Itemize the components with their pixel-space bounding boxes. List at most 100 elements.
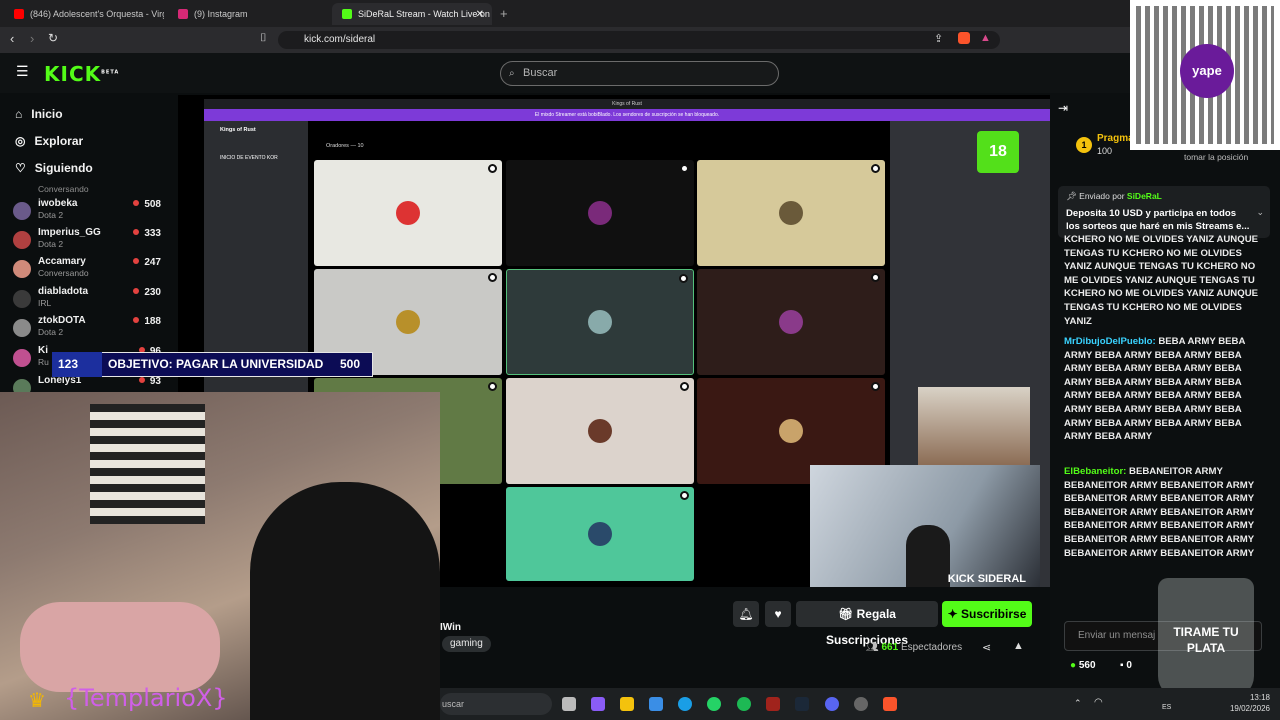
channel-category: Dota 2	[38, 210, 64, 220]
top-gifter-note: tomar la posición	[1184, 152, 1249, 162]
pinned-message[interactable]: 📌︎ Enviado por SiDeRaL Deposita 10 USD y…	[1058, 186, 1270, 238]
streamer-webcam: KICK SIDERAL	[810, 465, 1040, 587]
notification-bell-button[interactable]: 🔔︎	[733, 601, 759, 627]
close-tab-icon[interactable]: ✕	[476, 9, 484, 20]
whatsapp-icon[interactable]	[707, 697, 721, 711]
voice-tile	[506, 269, 694, 375]
steam-icon[interactable]	[795, 697, 809, 711]
spotify-icon[interactable]	[737, 697, 751, 711]
pinned-text: Deposita 10 USD y participa en todos los…	[1066, 208, 1250, 232]
chat-username[interactable]: ElBebaneitor:	[1064, 466, 1126, 477]
tab-instagram[interactable]: (9) Instagram	[168, 3, 328, 25]
viewer-count-display: 👥︎ 661 Espectadores	[866, 642, 962, 653]
nav-siguiendo[interactable]: ♡ Siguiendo	[15, 161, 93, 175]
subscribe-button[interactable]: ✦ Suscribirse	[942, 601, 1032, 627]
obs-icon[interactable]	[854, 697, 868, 711]
participant-avatar	[779, 419, 803, 443]
edge-icon[interactable]	[678, 697, 692, 711]
channel-name: ztokDOTA	[38, 315, 86, 326]
nav-inicio[interactable]: ⌂ Inicio	[15, 107, 63, 121]
reload-icon[interactable]: ↻	[48, 31, 58, 45]
taskbar-clock[interactable]: 13:18 19/02/2026	[1228, 692, 1270, 714]
subscribe-label: Suscribirse	[961, 607, 1027, 621]
discord-icon[interactable]	[825, 697, 839, 711]
forward-icon[interactable]: ›	[30, 31, 34, 46]
logo-text: KICK	[44, 62, 102, 86]
star-icon: ✦	[947, 607, 961, 621]
sidebar-channel-imperius[interactable]: Imperius_GG Dota 2 333	[13, 227, 163, 253]
goal-text: OBJETIVO: PAGAR LA UNIVERSIDAD	[108, 357, 324, 371]
speaker-indicator-icon	[679, 274, 688, 283]
clock-time: 13:18	[1249, 693, 1270, 702]
tab-kick-active[interactable]: SiDeRaL Stream - Watch Live on ✕	[332, 3, 492, 25]
sidebar-channel-iwobeka[interactable]: iwobeka Dota 2 508	[13, 198, 163, 224]
streamer-figure	[906, 525, 950, 587]
viewer-count: 333	[133, 228, 161, 239]
sidebar-channel-ztokdota[interactable]: ztokDOTA Dota 2 188	[13, 315, 163, 341]
tab-label: (846) Adolescent's Orquesta - Virgen	[30, 9, 164, 19]
pinned-by-label: Enviado por	[1079, 191, 1125, 201]
nav-explorar[interactable]: ◎ Explorar	[15, 134, 83, 148]
speaker-indicator-icon	[680, 164, 689, 173]
sidebar-channel-accamary[interactable]: Accamary Conversando 247	[13, 256, 163, 282]
bell-icon: 🔔︎	[738, 607, 754, 621]
kick-logo[interactable]: KICKBETA	[44, 62, 119, 86]
bookmark-icon[interactable]: ⌷	[260, 32, 267, 45]
channel-name: diabladota	[38, 286, 89, 297]
back-icon[interactable]: ‹	[10, 31, 14, 46]
share-icon[interactable]: ⋖	[982, 641, 991, 654]
discord-banner-text: El mixdo Streamer está bobiBlado. Los se…	[534, 112, 720, 118]
store-icon[interactable]	[649, 697, 663, 711]
brave-rewards-icon[interactable]: ▲	[980, 32, 991, 44]
share-icon[interactable]: ⇪	[934, 32, 943, 45]
avatar	[13, 202, 31, 220]
sidebar-channel-diabladota[interactable]: diabladota IRL 230	[13, 286, 163, 312]
channel-points[interactable]: ● 560	[1070, 660, 1096, 671]
chat-input-placeholder: Enviar un mensaj	[1078, 630, 1156, 641]
taskbar-search[interactable]: uscar	[440, 693, 552, 715]
youtube-icon	[14, 9, 24, 19]
discord-server-name: Kings of Rust	[220, 127, 256, 133]
pinned-header: 📌︎ Enviado por SiDeRaL	[1066, 191, 1162, 202]
chat-message-text: KCHERO NO ME OLVIDES YANIZ AUNQUE TENGAS…	[1064, 234, 1259, 327]
report-icon[interactable]: ▲	[1013, 640, 1024, 652]
tray-chevron-icon[interactable]: ⌃	[1074, 698, 1082, 709]
url-field[interactable]: kick.com/sideral	[278, 31, 1000, 49]
chat-username[interactable]: MrDibujoDelPueblo:	[1064, 336, 1156, 347]
participant-avatar	[588, 201, 612, 225]
participant-avatar	[396, 201, 420, 225]
follow-button[interactable]: ♥	[765, 601, 791, 627]
brave-icon[interactable]	[883, 697, 897, 711]
category-tag[interactable]: gaming	[442, 636, 491, 652]
chat-message: MrDibujoDelPueblo: BEBA ARMY BEBA ARMY B…	[1064, 335, 1264, 460]
voice-tile	[506, 378, 694, 484]
stream-title: IWin	[440, 622, 462, 633]
new-tab-icon[interactable]: +	[500, 6, 508, 21]
wifi-icon[interactable]: ◠	[1094, 697, 1103, 708]
file-explorer-icon[interactable]	[620, 697, 634, 711]
collapse-chat-icon[interactable]: ⇥	[1058, 101, 1068, 115]
home-icon: ⌂	[15, 107, 23, 121]
language-indicator[interactable]: ES	[1162, 704, 1171, 711]
speaker-indicator-icon	[680, 491, 689, 500]
chevron-down-icon[interactable]: ⌄	[1256, 207, 1264, 218]
secondary-count: ▪ 0	[1120, 660, 1132, 671]
copilot-icon[interactable]	[591, 697, 605, 711]
rank-badge: 1	[1076, 137, 1092, 153]
search-input[interactable]: ⌕ Buscar	[500, 61, 779, 86]
gift-subs-button[interactable]: 🎁︎ Regala Suscripciones	[796, 601, 938, 647]
window-blinds	[90, 404, 205, 524]
speaker-indicator-icon	[488, 164, 497, 173]
dota-icon[interactable]	[766, 697, 780, 711]
participant-avatar	[588, 310, 612, 334]
nav-label: Inicio	[31, 107, 63, 121]
chat-message-text: BEBANEITOR ARMY BEBANEITOR ARMY BEBANEIT…	[1064, 466, 1255, 559]
tab-youtube[interactable]: (846) Adolescent's Orquesta - Virgen	[4, 3, 164, 25]
heart-icon: ♥	[774, 607, 782, 621]
voice-tile	[697, 160, 885, 266]
task-view-icon[interactable]	[562, 697, 576, 711]
channel-category: IRL	[38, 298, 52, 308]
brave-shield-icon[interactable]	[958, 32, 970, 44]
viewer-count: 247	[133, 257, 161, 268]
menu-icon[interactable]: ☰	[16, 63, 29, 80]
